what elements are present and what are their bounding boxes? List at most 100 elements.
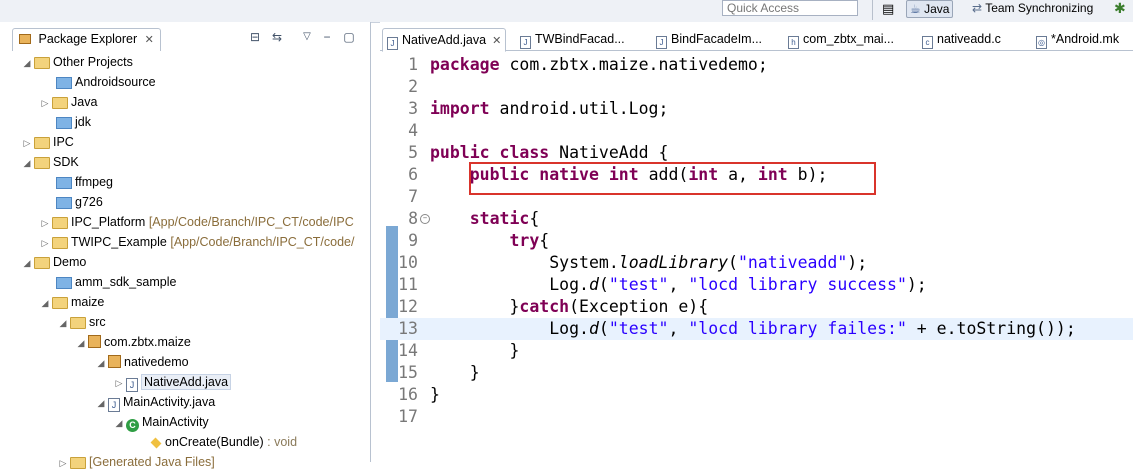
java-file-icon: J [520, 36, 531, 49]
link-with-editor-icon[interactable]: ⇆ [270, 31, 284, 43]
project-icon [52, 97, 68, 109]
collapsed-arrow-icon[interactable]: ▷ [40, 93, 50, 113]
list-item[interactable]: onCreate(Bundle) : void [148, 432, 297, 452]
list-item[interactable]: jdk [44, 112, 91, 132]
package-explorer-header: Package Explorer ✕ ⊟ ⇆ ▽ − ▢ [8, 28, 370, 51]
code-line: 17 [398, 407, 418, 426]
collapsed-arrow-icon[interactable]: ▷ [40, 233, 50, 253]
tab-header-file[interactable]: h com_zbtx_mai... [784, 28, 898, 50]
highlight-annotation-box [469, 162, 876, 195]
code-line: 4 [408, 121, 418, 140]
collapsed-arrow-icon[interactable]: ▷ [58, 453, 68, 473]
quick-access-input[interactable]: Quick Access [722, 0, 858, 16]
expanded-arrow-icon[interactable]: ◢ [96, 393, 106, 413]
folder-icon [56, 177, 72, 189]
code-line: 1 package com.zbtx.maize.nativedemo; [408, 55, 768, 74]
android-project-icon [52, 297, 68, 309]
expanded-arrow-icon[interactable]: ◢ [58, 313, 68, 333]
expanded-arrow-icon[interactable]: ◢ [114, 413, 124, 433]
method-icon [150, 437, 162, 449]
expanded-arrow-icon[interactable]: ◢ [22, 53, 32, 73]
java-file-icon: J [656, 36, 667, 49]
main-toolbar: Quick Access ▤ ☕ Java ⇄ Team Synchronizi… [0, 0, 1133, 23]
java-perspective-icon: ☕ [910, 2, 921, 16]
list-item[interactable]: ◢ C MainActivity [114, 412, 209, 432]
collapse-all-icon[interactable]: ⊟ [248, 31, 262, 43]
c-file-icon: c [922, 36, 933, 49]
expanded-arrow-icon[interactable]: ◢ [96, 353, 106, 373]
code-line: 15 } [398, 363, 480, 382]
expanded-arrow-icon[interactable]: ◢ [40, 293, 50, 313]
code-line: 9 try{ [408, 231, 550, 250]
collapsed-arrow-icon[interactable]: ▷ [22, 133, 32, 153]
code-line: 16} [398, 385, 440, 404]
list-item[interactable]: amm_sdk_sample [44, 272, 176, 292]
package-icon [88, 335, 101, 348]
class-icon: C [126, 419, 139, 432]
list-item[interactable]: ◢ src [58, 312, 106, 332]
list-item[interactable]: ◢ Demo [22, 252, 86, 272]
code-line: 10 System.loadLibrary("nativeadd"); [398, 253, 868, 272]
close-icon[interactable]: ✕ [145, 34, 154, 46]
folder-icon [56, 197, 72, 209]
tab-android-mk[interactable]: ◎ *Android.mk [1032, 28, 1123, 50]
list-item[interactable]: ▷ IPC [22, 132, 74, 152]
list-item[interactable]: ◢ com.zbtx.maize [76, 332, 191, 352]
list-item[interactable]: ◢ J MainActivity.java [96, 392, 215, 412]
open-perspective-icon[interactable]: ▤ [882, 1, 894, 19]
code-line: 3 import android.util.Log; [408, 99, 669, 118]
collapsed-arrow-icon[interactable]: ▷ [40, 213, 50, 233]
editor-area: J NativeAdd.java ✕ J TWBindFacad... J BindFa… [380, 22, 1133, 462]
list-item[interactable]: ▷ TWIPC_Example [App/Code/Branch/IPC_CT/c… [40, 232, 354, 252]
list-item[interactable]: ▷ Java [40, 92, 97, 112]
list-item[interactable]: ▷ [Generated Java Files] [58, 452, 215, 472]
tab-bindfacadeimpl[interactable]: J BindFacadeIm... [652, 28, 766, 50]
tab-nativeadd-c[interactable]: c nativeadd.c [918, 28, 1005, 50]
java-file-icon: J [126, 378, 138, 392]
team-sync-icon: ⇄ [972, 1, 983, 15]
perspective-team-button[interactable]: ⇄ Team Synchronizing [972, 0, 1093, 18]
list-item[interactable]: ◢ SDK [22, 152, 79, 172]
list-item[interactable]: ◢ maize [40, 292, 104, 312]
working-set-icon [34, 157, 50, 169]
folder-icon [56, 77, 72, 89]
toolbar-separator [872, 0, 873, 20]
tab-package-explorer[interactable]: Package Explorer ✕ [12, 28, 161, 51]
package-explorer-icon [19, 34, 31, 44]
list-item[interactable]: ▷ IPC_Platform [App/Code/Branch/IPC_CT/co… [40, 212, 354, 232]
expanded-arrow-icon[interactable]: ◢ [22, 253, 32, 273]
list-item[interactable]: ffmpeg [44, 172, 113, 192]
header-file-icon: h [788, 36, 799, 49]
debug-perspective-icon[interactable]: ✱ [1114, 0, 1126, 18]
code-line: 5 public class NativeAdd { [408, 143, 669, 162]
list-item[interactable]: ◢ nativedemo [96, 352, 189, 372]
perspective-java-button[interactable]: ☕ Java [906, 0, 954, 18]
minimize-icon[interactable]: − [320, 31, 334, 43]
expanded-arrow-icon[interactable]: ◢ [22, 153, 32, 173]
folder-icon [56, 277, 72, 289]
editor-tabs: J NativeAdd.java ✕ J TWBindFacad... J BindFa… [380, 28, 1133, 52]
tab-twbindfacade[interactable]: J TWBindFacad... [516, 28, 629, 50]
folder-icon [56, 117, 72, 129]
expanded-arrow-icon[interactable]: ◢ [76, 333, 86, 353]
working-set-icon [34, 137, 50, 149]
package-icon [108, 355, 121, 368]
fold-toggle-icon[interactable]: − [420, 214, 430, 224]
tab-nativeadd-java[interactable]: J NativeAdd.java ✕ [382, 28, 507, 52]
gen-folder-icon [70, 457, 86, 469]
project-icon [52, 237, 68, 249]
view-menu-icon[interactable]: ▽ [300, 31, 314, 43]
list-item[interactable]: Androidsource [44, 72, 156, 92]
working-set-icon [34, 257, 50, 269]
working-set-icon [34, 57, 50, 69]
project-icon [52, 217, 68, 229]
code-line-current: 13 Log.d("test", "locd library failes:" … [380, 318, 1133, 340]
maximize-icon[interactable]: ▢ [342, 31, 356, 43]
close-icon[interactable]: ✕ [492, 35, 501, 47]
code-line: 11 Log.d("test", "locd library success")… [398, 275, 927, 294]
list-item[interactable]: ◢ Other Projects [22, 52, 133, 72]
list-item[interactable]: g726 [44, 192, 103, 212]
list-item[interactable]: ▷ J NativeAdd.java [114, 372, 232, 393]
code-line: 8− static{ [408, 209, 540, 228]
collapsed-arrow-icon[interactable]: ▷ [114, 373, 124, 393]
